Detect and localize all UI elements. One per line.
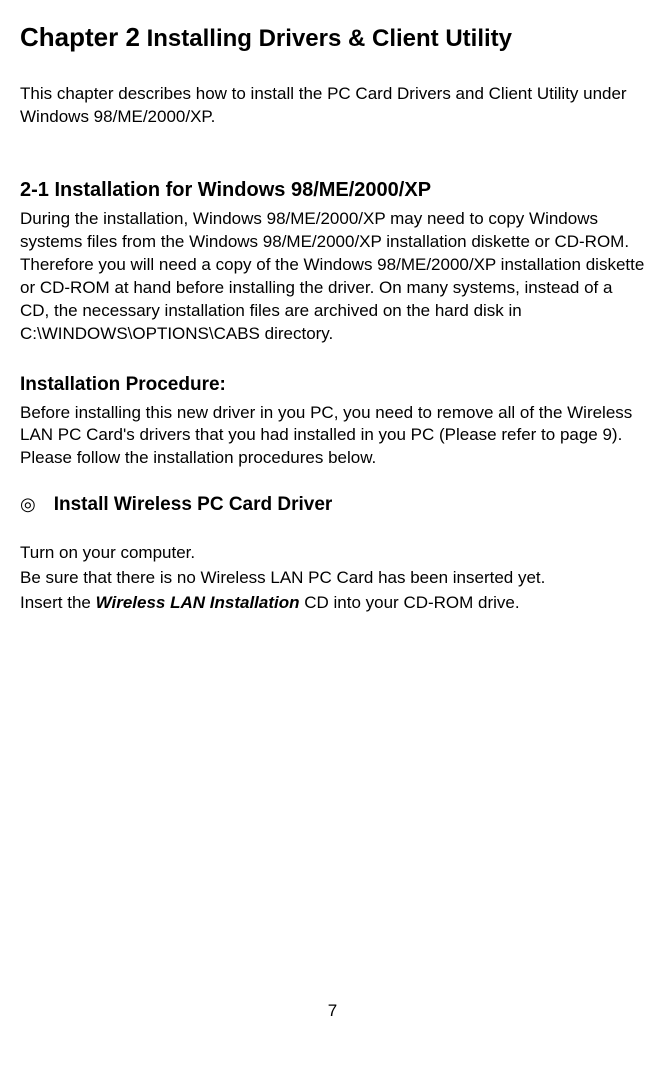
step3-bold: Wireless LAN Installation: [96, 593, 300, 612]
section-body: During the installation, Windows 98/ME/2…: [20, 208, 645, 346]
procedure-heading: Installation Procedure:: [20, 372, 645, 398]
section-heading: 2-1 Installation for Windows 98/ME/2000/…: [20, 177, 645, 204]
chapter-label: Chapter 2: [20, 22, 140, 52]
step-line-3: Insert the Wireless LAN Installation CD …: [20, 592, 645, 615]
procedure-body: Before installing this new driver in you…: [20, 402, 645, 471]
step-line-2: Be sure that there is no Wireless LAN PC…: [20, 567, 645, 590]
chapter-title-text: Installing Drivers & Client Utility: [147, 25, 512, 52]
bullet-title: Install Wireless PC Card Driver: [54, 492, 333, 518]
step-line-1: Turn on your computer.: [20, 542, 645, 565]
steps-block: Turn on your computer. Be sure that ther…: [20, 542, 645, 615]
step3-pre: Insert the: [20, 593, 96, 612]
bullet-icon: ◎: [20, 492, 36, 516]
step3-post: CD into your CD-ROM drive.: [300, 593, 520, 612]
chapter-intro: This chapter describes how to install th…: [20, 83, 645, 129]
chapter-title: Chapter 2 Installing Drivers & Client Ut…: [20, 20, 645, 55]
page-number: 7: [0, 1000, 665, 1023]
bullet-item: ◎ Install Wireless PC Card Driver: [20, 492, 645, 518]
